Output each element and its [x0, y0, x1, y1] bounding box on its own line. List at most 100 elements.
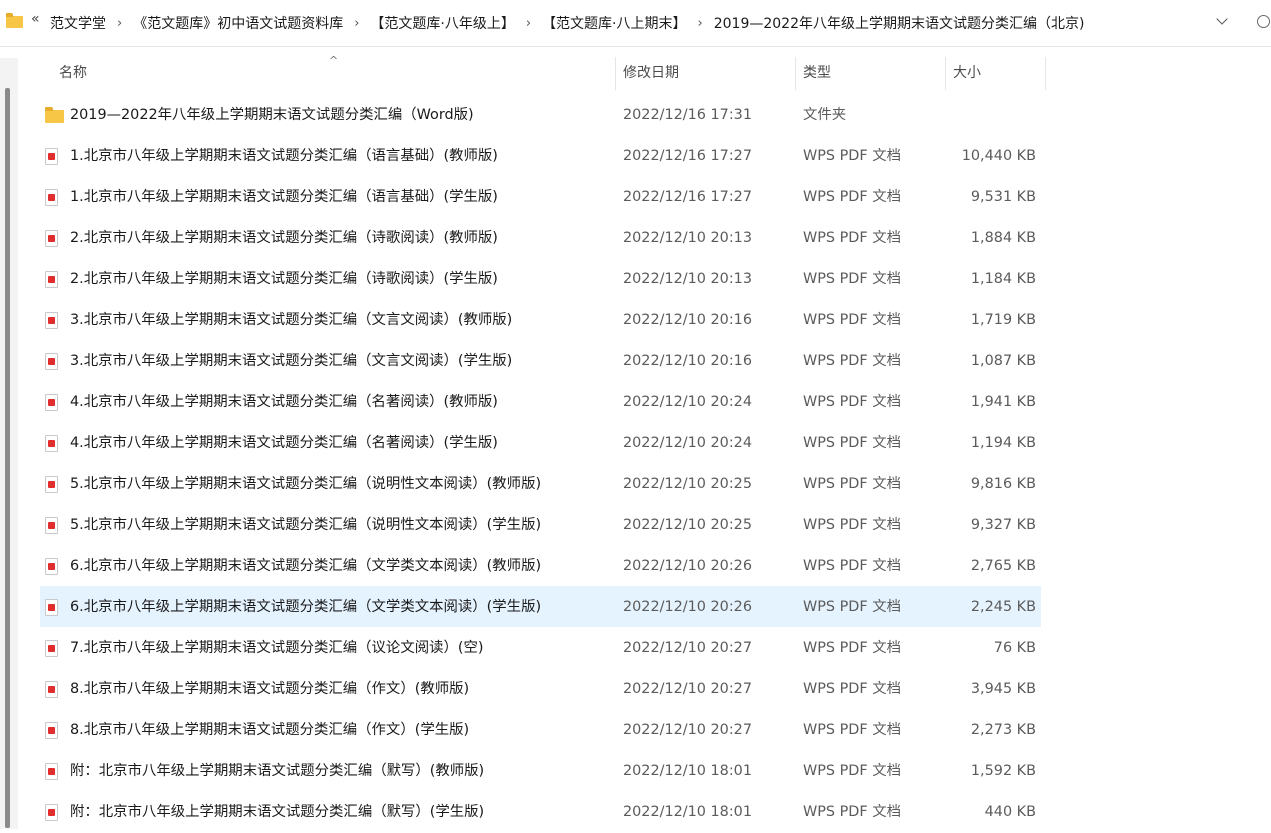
- breadcrumb-overflow-button[interactable]: «: [31, 11, 40, 27]
- pdf-icon: [45, 312, 58, 329]
- breadcrumb-item[interactable]: 【范文题库·八上期末】: [542, 13, 686, 33]
- pdf-icon: [45, 640, 58, 657]
- file-modified-date: 2022/12/10 18:01: [623, 804, 752, 820]
- breadcrumb-item[interactable]: 范文学堂: [50, 13, 106, 33]
- file-row[interactable]: 8.北京市八年级上学期期末语文试题分类汇编（作文）(学生版) 2022/12/10…: [40, 709, 1041, 750]
- file-name: 8.北京市八年级上学期期末语文试题分类汇编（作文）(学生版): [70, 722, 470, 738]
- file-size: 1,941 KB: [970, 394, 1036, 410]
- file-row[interactable]: 6.北京市八年级上学期期末语文试题分类汇编（文学类文本阅读）(学生版) 2022/…: [40, 586, 1041, 627]
- file-modified-date: 2022/12/16 17:31: [623, 107, 752, 123]
- file-modified-date: 2022/12/10 20:13: [623, 230, 752, 246]
- file-row[interactable]: 1.北京市八年级上学期期末语文试题分类汇编（语言基础）(学生版) 2022/12/…: [40, 176, 1041, 217]
- file-row[interactable]: 1.北京市八年级上学期期末语文试题分类汇编（语言基础）(教师版) 2022/12/…: [40, 135, 1041, 176]
- pdf-icon: [45, 435, 58, 452]
- column-header-date[interactable]: 修改日期: [623, 57, 679, 90]
- file-row[interactable]: 附：北京市八年级上学期期末语文试题分类汇编（默写）(教师版) 2022/12/10…: [40, 750, 1041, 791]
- file-size: 1,719 KB: [970, 312, 1036, 328]
- file-row[interactable]: 4.北京市八年级上学期期末语文试题分类汇编（名著阅读）(教师版) 2022/12/…: [40, 381, 1041, 422]
- file-name: 附：北京市八年级上学期期末语文试题分类汇编（默写）(学生版): [70, 804, 485, 820]
- breadcrumb-separator-chevron-icon[interactable]: ›: [117, 16, 122, 31]
- column-header-row: 名称 ^ 修改日期 类型 大小: [40, 54, 1046, 90]
- pdf-icon: [45, 804, 58, 821]
- pdf-icon: [45, 681, 58, 698]
- file-name: 1.北京市八年级上学期期末语文试题分类汇编（语言基础）(学生版): [70, 189, 498, 205]
- file-name: 5.北京市八年级上学期期末语文试题分类汇编（说明性文本阅读）(教师版): [70, 476, 542, 492]
- file-modified-date: 2022/12/10 18:01: [623, 763, 752, 779]
- breadcrumb-item[interactable]: 2019—2022年八年级上学期期末语文试题分类汇编（北京): [714, 13, 1085, 33]
- pdf-icon: [45, 517, 58, 534]
- file-type: WPS PDF 文档: [803, 804, 902, 820]
- file-name: 附：北京市八年级上学期期末语文试题分类汇编（默写）(教师版): [70, 763, 485, 779]
- file-row[interactable]: 8.北京市八年级上学期期末语文试题分类汇编（作文）(教师版) 2022/12/10…: [40, 668, 1041, 709]
- column-header-name[interactable]: 名称: [59, 57, 87, 90]
- file-row[interactable]: 5.北京市八年级上学期期末语文试题分类汇编（说明性文本阅读）(教师版) 2022/…: [40, 463, 1041, 504]
- file-modified-date: 2022/12/16 17:27: [623, 148, 752, 164]
- file-size: 9,327 KB: [970, 517, 1036, 533]
- file-type: 文件夹: [803, 107, 847, 123]
- file-name: 4.北京市八年级上学期期末语文试题分类汇编（名著阅读）(学生版): [70, 435, 498, 451]
- file-row[interactable]: 7.北京市八年级上学期期末语文试题分类汇编（议论文阅读）(空) 2022/12/1…: [40, 627, 1041, 668]
- file-row[interactable]: 3.北京市八年级上学期期末语文试题分类汇编（文言文阅读）(教师版) 2022/12…: [40, 299, 1041, 340]
- file-size: 9,531 KB: [970, 189, 1036, 205]
- breadcrumb-separator-chevron-icon[interactable]: ›: [526, 16, 531, 31]
- breadcrumb-separator-chevron-icon[interactable]: ›: [354, 16, 359, 31]
- file-size: 9,816 KB: [970, 476, 1036, 492]
- file-size: 10,440 KB: [961, 148, 1036, 164]
- pdf-icon: [45, 394, 58, 411]
- column-divider[interactable]: [795, 57, 796, 90]
- file-size: 76 KB: [993, 640, 1036, 656]
- column-divider[interactable]: [615, 57, 616, 90]
- column-divider[interactable]: [945, 57, 946, 90]
- file-type: WPS PDF 文档: [803, 558, 902, 574]
- file-type: WPS PDF 文档: [803, 681, 902, 697]
- file-row[interactable]: 4.北京市八年级上学期期末语文试题分类汇编（名著阅读）(学生版) 2022/12/…: [40, 422, 1041, 463]
- file-name: 3.北京市八年级上学期期末语文试题分类汇编（文言文阅读）(教师版): [70, 312, 513, 328]
- folder-icon: [45, 107, 64, 123]
- file-modified-date: 2022/12/10 20:13: [623, 271, 752, 287]
- file-modified-date: 2022/12/10 20:16: [623, 353, 752, 369]
- file-modified-date: 2022/12/10 20:24: [623, 394, 752, 410]
- file-name: 8.北京市八年级上学期期末语文试题分类汇编（作文）(教师版): [70, 681, 470, 697]
- file-type: WPS PDF 文档: [803, 640, 902, 656]
- breadcrumb-item[interactable]: 【范文题库·八年级上】: [370, 13, 514, 33]
- pdf-icon: [45, 148, 58, 165]
- file-type: WPS PDF 文档: [803, 476, 902, 492]
- file-type: WPS PDF 文档: [803, 599, 902, 615]
- file-modified-date: 2022/12/10 20:27: [623, 722, 752, 738]
- folder-row[interactable]: 2019—2022年八年级上学期期末语文试题分类汇编（Word版) 2022/12…: [40, 94, 1041, 135]
- file-row[interactable]: 5.北京市八年级上学期期末语文试题分类汇编（说明性文本阅读）(学生版) 2022/…: [40, 504, 1041, 545]
- breadcrumb-separator-chevron-icon[interactable]: ›: [698, 16, 703, 31]
- navigation-pane-scrollbar[interactable]: [0, 58, 18, 829]
- pdf-icon: [45, 558, 58, 575]
- file-modified-date: 2022/12/10 20:25: [623, 476, 752, 492]
- refresh-icon[interactable]: [1257, 15, 1270, 28]
- file-type: WPS PDF 文档: [803, 271, 902, 287]
- file-type: WPS PDF 文档: [803, 312, 902, 328]
- file-row[interactable]: 2.北京市八年级上学期期末语文试题分类汇编（诗歌阅读）(学生版) 2022/12/…: [40, 258, 1041, 299]
- column-header-size[interactable]: 大小: [953, 57, 981, 90]
- breadcrumb: 范文学堂 › 《范文题库》初中语文试题资料库 › 【范文题库·八年级上】 › 【范文题库·八…: [50, 0, 1084, 46]
- file-name: 7.北京市八年级上学期期末语文试题分类汇编（议论文阅读）(空): [70, 640, 484, 656]
- file-type: WPS PDF 文档: [803, 435, 902, 451]
- file-type: WPS PDF 文档: [803, 148, 902, 164]
- file-row[interactable]: 6.北京市八年级上学期期末语文试题分类汇编（文学类文本阅读）(教师版) 2022/…: [40, 545, 1041, 586]
- file-modified-date: 2022/12/10 20:27: [623, 640, 752, 656]
- file-row[interactable]: 2.北京市八年级上学期期末语文试题分类汇编（诗歌阅读）(教师版) 2022/12/…: [40, 217, 1041, 258]
- pdf-icon: [45, 763, 58, 780]
- address-history-dropdown-icon[interactable]: [1214, 12, 1232, 30]
- file-modified-date: 2022/12/10 20:27: [623, 681, 752, 697]
- file-size: 1,194 KB: [970, 435, 1036, 451]
- column-divider[interactable]: [1045, 57, 1046, 90]
- file-size: 1,087 KB: [970, 353, 1036, 369]
- file-row[interactable]: 3.北京市八年级上学期期末语文试题分类汇编（文言文阅读）(学生版) 2022/12…: [40, 340, 1041, 381]
- breadcrumb-item[interactable]: 《范文题库》初中语文试题资料库: [133, 13, 343, 33]
- file-type: WPS PDF 文档: [803, 394, 902, 410]
- pdf-icon: [45, 599, 58, 616]
- scrollbar-thumb[interactable]: [5, 88, 10, 828]
- file-type: WPS PDF 文档: [803, 722, 902, 738]
- address-bar[interactable]: « 范文学堂 › 《范文题库》初中语文试题资料库 › 【范文题库·八年级上】 › 【范文题库…: [0, 0, 1271, 47]
- file-name: 3.北京市八年级上学期期末语文试题分类汇编（文言文阅读）(学生版): [70, 353, 513, 369]
- file-type: WPS PDF 文档: [803, 189, 902, 205]
- column-header-type[interactable]: 类型: [803, 57, 831, 90]
- file-row[interactable]: 附：北京市八年级上学期期末语文试题分类汇编（默写）(学生版) 2022/12/10…: [40, 791, 1041, 832]
